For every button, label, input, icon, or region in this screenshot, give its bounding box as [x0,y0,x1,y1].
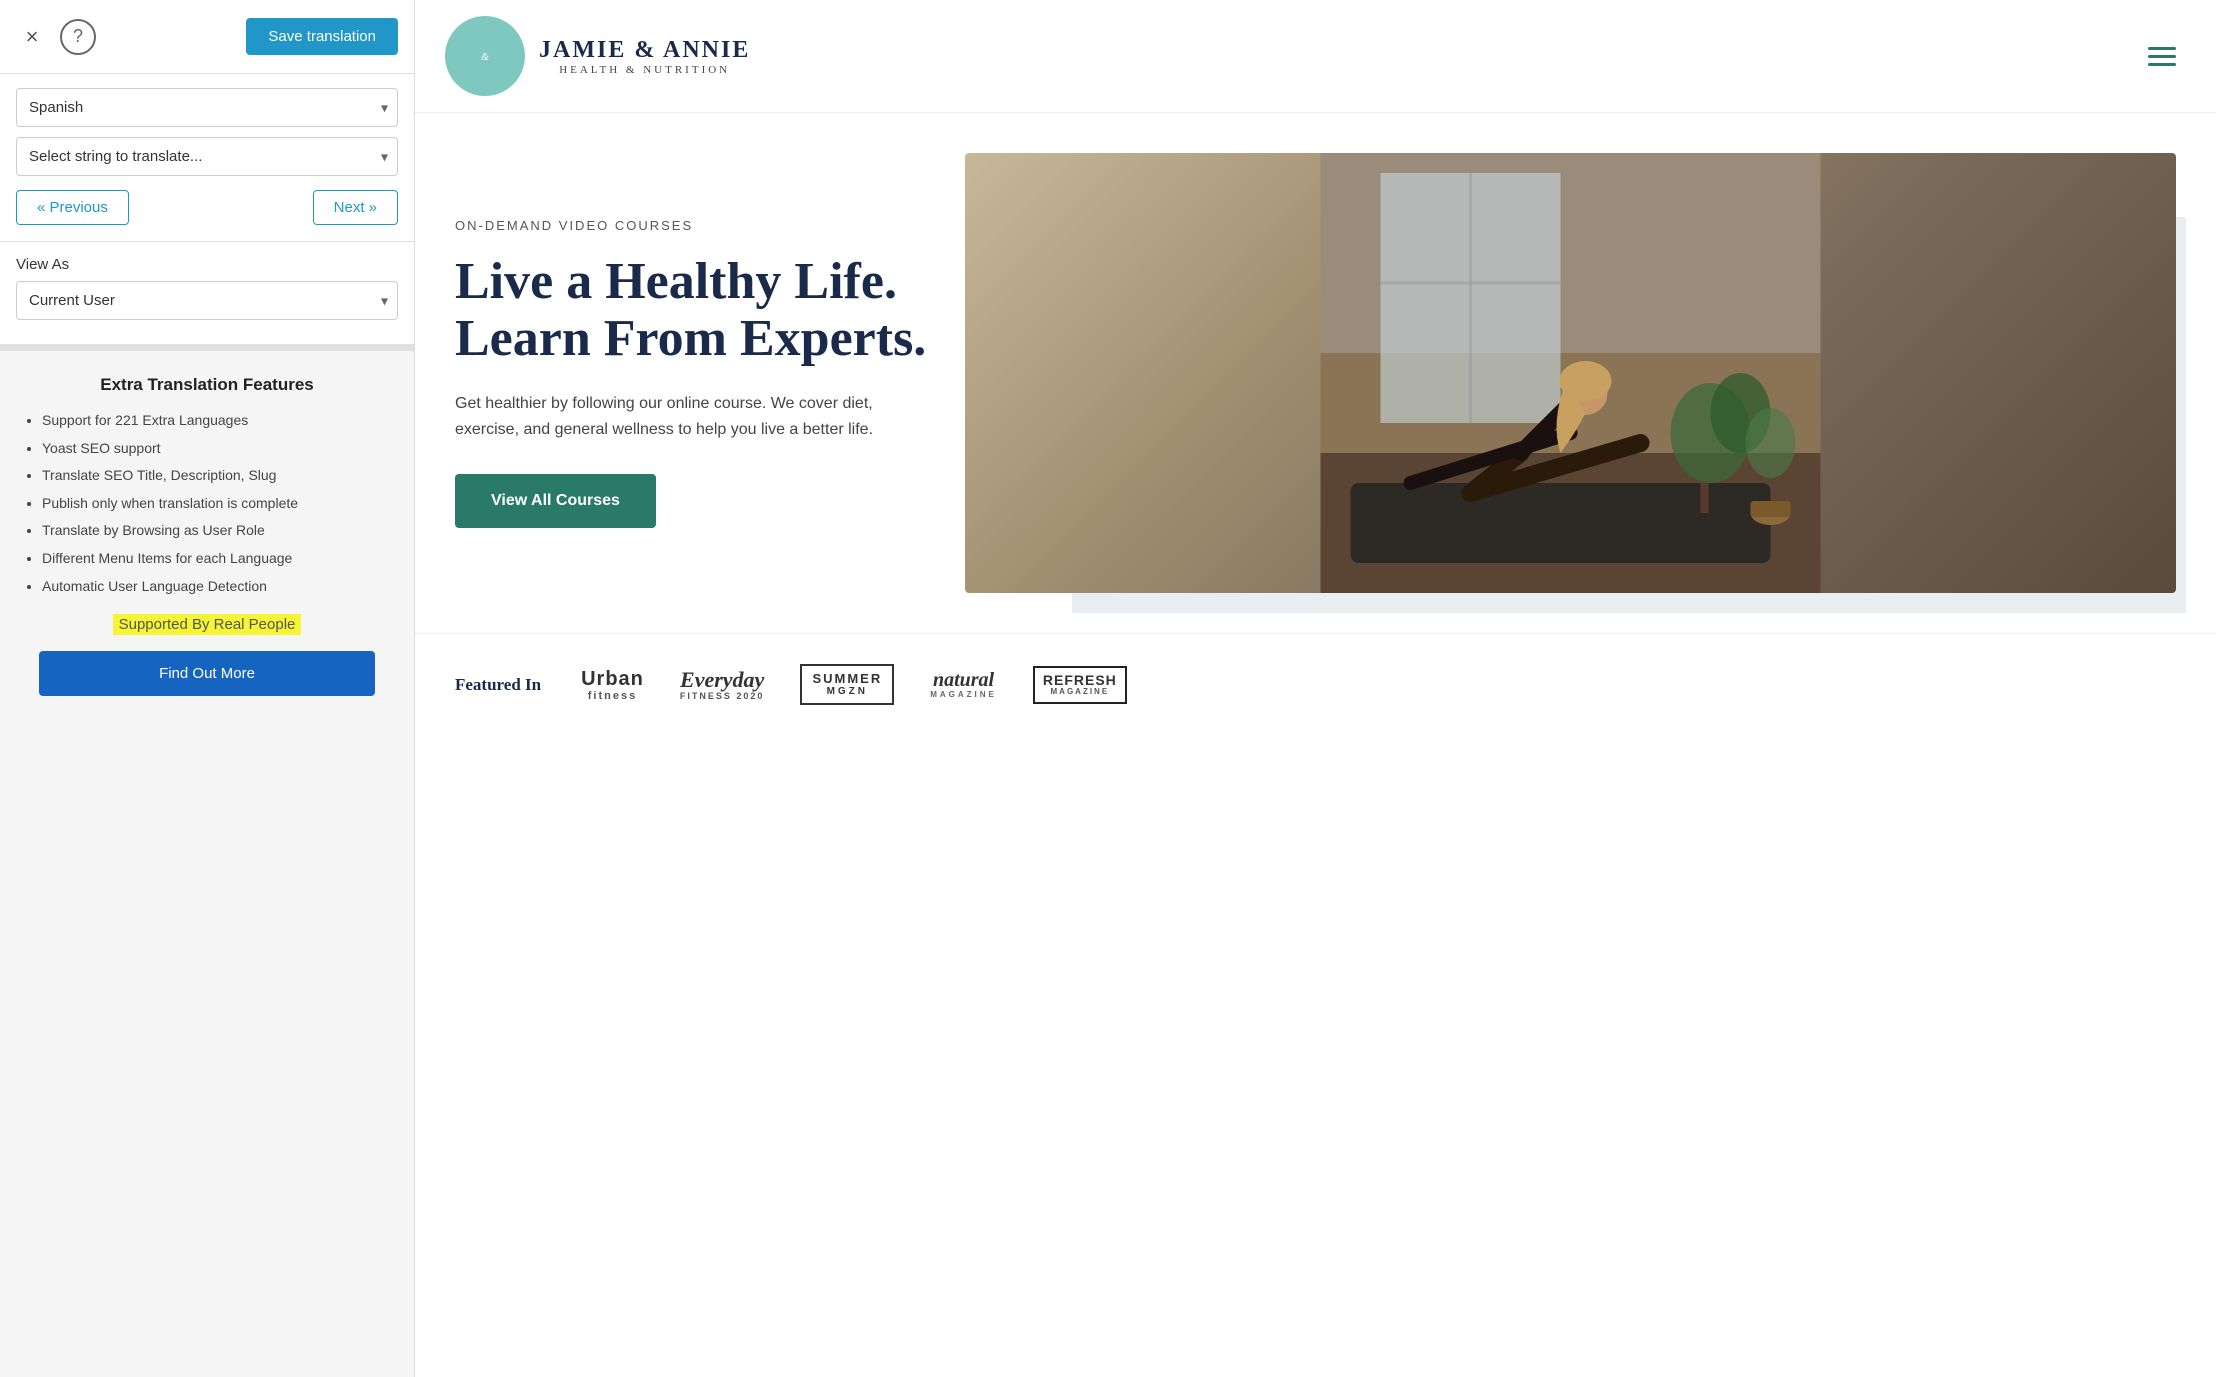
logo-urban-fitness: Urban fitness [581,668,644,702]
hero-tag: ON-DEMAND VIDEO COURSES [455,218,935,233]
hero-title: Live a Healthy Life. Learn From Experts. [455,253,935,367]
next-button[interactable]: Next » [313,190,398,225]
main-content: & JAMIE & ANNIE HEALTH & NUTRITION ON-DE… [415,0,2216,1377]
find-out-more-button[interactable]: Find Out More [39,651,376,696]
logo-text: JAMIE & ANNIE HEALTH & NUTRITION [539,37,750,76]
list-item: Different Menu Items for each Language [42,549,394,569]
list-item: Translate by Browsing as User Role [42,521,394,541]
hero-content: ON-DEMAND VIDEO COURSES Live a Healthy L… [455,218,935,529]
string-select[interactable]: Select string to translate... [16,137,398,176]
supported-by-label: Supported By Real People [113,614,302,635]
controls-section: Spanish French German ▾ Select string to… [0,74,414,242]
top-bar: × ? Save translation [0,0,414,74]
save-translation-button[interactable]: Save translation [246,18,398,55]
hero-image-area [965,153,2176,593]
hero-description: Get healthier by following our online co… [455,391,935,442]
logo-area: & JAMIE & ANNIE HEALTH & NUTRITION [445,16,750,96]
string-select-wrapper: Select string to translate... ▾ [16,137,398,176]
close-button[interactable]: × [16,21,48,53]
view-as-section: View As Current User Guest Admin ▾ [0,242,414,345]
logo-icon: & [455,26,515,86]
view-as-label: View As [16,256,398,273]
featured-logos: Urban fitness Everyday FITNESS 2020 SUMM… [581,664,1127,705]
view-all-courses-button[interactable]: View All Courses [455,474,656,528]
logo-natural-magazine: natural MAGAZINE [930,669,997,700]
logo-main-name: JAMIE & ANNIE [539,37,750,64]
logo-refresh-magazine: REFRESH MAGAZINE [1033,666,1127,704]
site-header: & JAMIE & ANNIE HEALTH & NUTRITION [415,0,2216,113]
features-section: Extra Translation Features Support for 2… [0,351,414,1377]
hamburger-line-icon [2148,63,2176,66]
list-item: Yoast SEO support [42,439,394,459]
view-as-select-wrapper: Current User Guest Admin ▾ [16,281,398,320]
logo-summer-mgzn: SUMMER MGZN [800,664,894,705]
hamburger-menu-button[interactable] [2148,47,2176,66]
hero-section: ON-DEMAND VIDEO COURSES Live a Healthy L… [415,113,2216,633]
logo-sub-name: HEALTH & NUTRITION [539,64,750,76]
featured-in-label: Featured In [455,675,541,695]
view-as-select[interactable]: Current User Guest Admin [16,281,398,320]
hamburger-line-icon [2148,47,2176,50]
svg-text:&: & [481,52,489,63]
hero-image [965,153,2176,593]
translation-panel: × ? Save translation Spanish French Germ… [0,0,415,1377]
previous-button[interactable]: « Previous [16,190,129,225]
logo-everyday-fitness: Everyday FITNESS 2020 [680,668,765,702]
features-title: Extra Translation Features [20,375,394,395]
nav-buttons: « Previous Next » [16,190,398,225]
hamburger-line-icon [2148,55,2176,58]
logo-circle: & [445,16,525,96]
features-list: Support for 221 Extra Languages Yoast SE… [20,411,394,596]
help-button[interactable]: ? [60,19,96,55]
list-item: Automatic User Language Detection [42,577,394,597]
language-select[interactable]: Spanish French German [16,88,398,127]
featured-in-section: Featured In Urban fitness Everyday FITNE… [415,633,2216,735]
list-item: Publish only when translation is complet… [42,494,394,514]
list-item: Translate SEO Title, Description, Slug [42,466,394,486]
list-item: Support for 221 Extra Languages [42,411,394,431]
language-select-wrapper: Spanish French German ▾ [16,88,398,127]
